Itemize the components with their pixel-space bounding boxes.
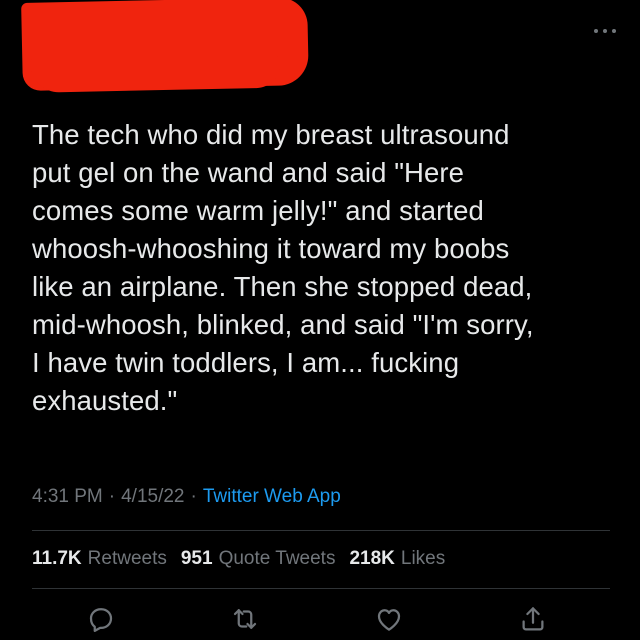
more-dot: [612, 29, 616, 33]
meta-separator: ·: [190, 486, 197, 507]
quote-tweets-stat[interactable]: 951 Quote Tweets: [181, 548, 336, 570]
meta-separator: ·: [108, 486, 116, 507]
divider: [32, 530, 610, 531]
share-icon[interactable]: [518, 604, 548, 634]
likes-stat[interactable]: 218K Likes: [349, 548, 445, 570]
likes-label: Likes: [400, 548, 446, 569]
tweet-source-link[interactable]: Twitter Web App: [203, 486, 341, 508]
tweet-text: The tech who did my breast ultrasound pu…: [32, 119, 534, 416]
retweets-stat[interactable]: 11.7K Retweets: [32, 548, 167, 570]
more-dot: [594, 29, 598, 33]
tweet-date[interactable]: 4/15/22: [121, 486, 184, 508]
retweets-count: 11.7K: [32, 548, 82, 569]
more-dot: [603, 29, 607, 33]
retweet-icon[interactable]: [230, 604, 260, 634]
retweets-label: Retweets: [87, 548, 167, 569]
redacted-author-block: [21, 0, 309, 91]
more-horizontal-icon[interactable]: [594, 26, 616, 36]
quote-tweets-count: 951: [180, 548, 213, 569]
quote-tweets-label: Quote Tweets: [218, 548, 336, 569]
tweet-meta: 4:31 PM · 4/15/22 · Twitter Web App: [32, 486, 341, 508]
tweet-time[interactable]: 4:31 PM: [32, 486, 103, 508]
tweet-stats: 11.7K Retweets 951 Quote Tweets 218K Lik…: [32, 548, 445, 570]
reply-icon[interactable]: [86, 604, 116, 634]
divider: [32, 588, 610, 589]
likes-count: 218K: [349, 548, 395, 569]
action-bar: [32, 604, 616, 640]
like-icon[interactable]: [374, 604, 404, 634]
